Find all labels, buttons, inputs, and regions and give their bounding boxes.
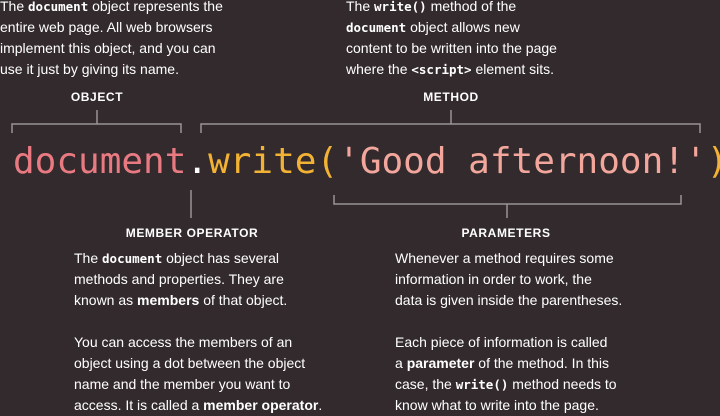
parameters-bracket [333, 195, 682, 205]
params-desc-p1-line3: data is given inside the parentheses. [395, 292, 623, 308]
params-desc-spacer [395, 311, 622, 332]
document-desc-line2: entire web page. All web browsers [0, 19, 213, 35]
method-bracket [200, 123, 701, 133]
member-desc-p2-line2: object using a dot between the object [74, 355, 306, 371]
params-desc-p2-line3: case, the write() method needs to [395, 376, 617, 392]
document-object-description: The document object represents the entir… [0, 0, 223, 80]
write-desc-line4: where the <script> element sits. [346, 61, 555, 77]
params-desc-p1-line2: information in order to work, the [395, 271, 592, 287]
member-desc-spacer [74, 311, 322, 332]
object-bracket [11, 123, 182, 133]
write-desc-line3: content to be written into the page [346, 40, 557, 56]
parameters-label: PARAMETERS [461, 226, 551, 240]
code-object: document [13, 141, 187, 182]
params-desc-p2-line4: know what to write into the page. [395, 397, 599, 413]
code-line: document.write('Good afternoon!'); [13, 140, 720, 184]
params-desc-p2-line1: Each piece of information is called [395, 334, 608, 350]
code-close-paren: ) [707, 141, 720, 182]
member-operator-label: MEMBER OPERATOR [125, 226, 259, 240]
object-label: OBJECT [70, 90, 124, 104]
write-desc-line1: The write() method of the [346, 0, 517, 14]
member-desc-p2-line4: access. It is called a member operator. [74, 397, 323, 413]
document-desc-line4: use it just by giving its name. [0, 61, 179, 77]
document-desc-line1: The document object represents the [0, 0, 223, 14]
document-desc-line3: implement this object, and you can [0, 40, 216, 56]
parameters-description: Whenever a method requires some informat… [395, 248, 622, 416]
write-method-description: The write() method of the document objec… [346, 0, 557, 80]
member-desc-p1-line3: known as members of that object. [74, 292, 288, 308]
params-desc-p2-line2: a parameter of the method. In this [395, 355, 610, 371]
code-parameter: 'Good afternoon!' [338, 141, 707, 182]
member-operator-description: The document object has several methods … [74, 248, 322, 416]
write-desc-line2: document object allows new [346, 19, 520, 35]
params-desc-p1-line1: Whenever a method requires some [395, 250, 614, 266]
method-label: METHOD [423, 90, 479, 104]
member-desc-p2-line3: name and the member you want to [74, 376, 291, 392]
member-desc-p1-line2: methods and properties. They are [74, 271, 284, 287]
code-open-paren: ( [316, 141, 339, 182]
code-dot-operator: . [186, 141, 209, 182]
member-desc-p1-line1: The document object has several [74, 250, 279, 266]
code-method: write [208, 141, 317, 182]
member-desc-p2-line1: You can access the members of an [74, 334, 293, 350]
